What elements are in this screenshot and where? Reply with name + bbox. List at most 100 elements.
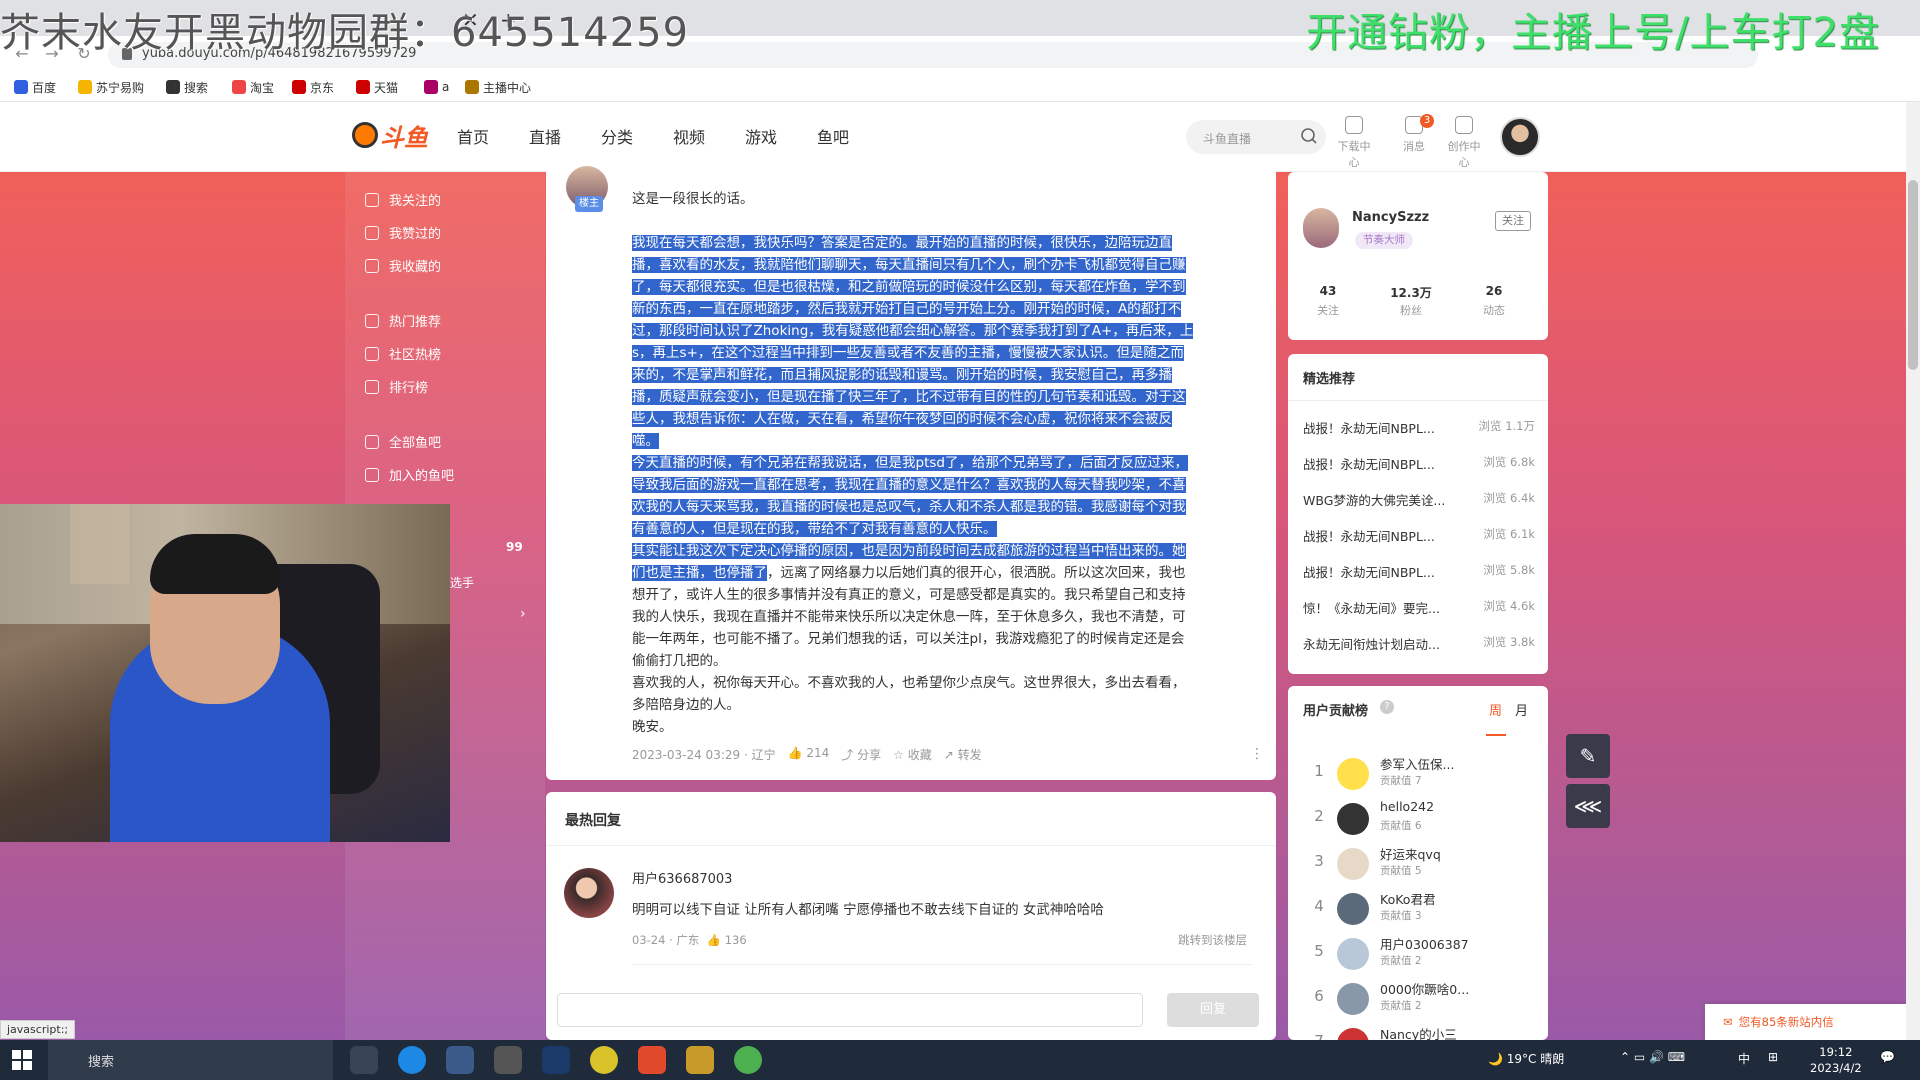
left-count-badge: 99 xyxy=(506,540,523,554)
more-icon[interactable]: ⋮ xyxy=(1250,746,1264,762)
rank-username[interactable]: KoKo君君 xyxy=(1380,889,1435,908)
windows-start-icon[interactable] xyxy=(12,1050,32,1070)
obs-icon[interactable] xyxy=(494,1046,522,1074)
left-menu-item-5[interactable]: 排行榜 xyxy=(365,377,428,396)
like-button[interactable]: 👍 214 xyxy=(788,746,830,763)
douyu-logo[interactable]: 斗鱼 xyxy=(352,118,430,152)
rank-avatar[interactable] xyxy=(1337,803,1369,835)
weather[interactable]: 🌙 19°C 晴朗 xyxy=(1488,1050,1564,1067)
rank-username[interactable]: 0000你蹶啥0... xyxy=(1380,979,1469,998)
tray-icons[interactable]: ⌃ ▭ 🔊 ⌨ xyxy=(1620,1050,1685,1064)
rank-avatar[interactable] xyxy=(1337,848,1369,880)
header-tool-0[interactable]: 下载中心 xyxy=(1334,116,1374,170)
help-icon[interactable]: ? xyxy=(1380,700,1394,714)
user-avatar[interactable] xyxy=(1500,117,1540,157)
left-menu-item-1[interactable]: 我赞过的 xyxy=(365,223,441,242)
stat-number[interactable]: 26 xyxy=(1464,284,1524,298)
stat-number[interactable]: 43 xyxy=(1298,284,1358,298)
nav-3[interactable]: 视频 xyxy=(673,124,705,148)
share-icon[interactable]: ⋘ xyxy=(1566,784,1610,828)
rank-username[interactable]: 用户03006387 xyxy=(1380,934,1469,953)
ime-indicator[interactable]: 中 xyxy=(1738,1050,1750,1067)
steam-icon[interactable] xyxy=(542,1046,570,1074)
tab-week[interactable]: 周 xyxy=(1489,700,1502,719)
recommend-item[interactable]: 战报！永劫无间NBPL... 浏览 6.8k xyxy=(1303,454,1535,473)
bookmark-0[interactable]: 百度 xyxy=(14,76,56,98)
search-icon[interactable] xyxy=(1300,127,1318,145)
nav-1[interactable]: 直播 xyxy=(529,124,561,148)
anchor-name[interactable]: NancySzzz xyxy=(1352,210,1429,225)
app-icon[interactable] xyxy=(590,1046,618,1074)
bookmark-1[interactable]: 苏宁易购 xyxy=(78,76,144,98)
recommend-item[interactable]: 战报！永劫无间NBPL... 浏览 5.8k xyxy=(1303,562,1535,581)
recommend-item[interactable]: 惊！《永劫无间》要完... 浏览 4.6k xyxy=(1303,598,1535,617)
post-time: 2023-03-24 03:29 · 辽宁 xyxy=(632,748,776,762)
left-menu-item-2[interactable]: 我收藏的 xyxy=(365,256,441,275)
nav-2[interactable]: 分类 xyxy=(601,124,633,148)
recommend-item[interactable]: 战报！永劫无间NBPL... 浏览 1.1万 xyxy=(1303,418,1535,437)
reply-button[interactable]: 回复 xyxy=(1167,993,1259,1027)
left-menu-item-7[interactable]: 加入的鱼吧 xyxy=(365,465,454,484)
ime-grid-icon[interactable]: ⊞ xyxy=(1768,1050,1778,1064)
anchor-avatar[interactable] xyxy=(1303,208,1339,248)
nav-0[interactable]: 首页 xyxy=(457,124,489,148)
left-menu-item-4[interactable]: 社区热榜 xyxy=(365,344,441,363)
task-view-icon[interactable] xyxy=(350,1046,378,1074)
app-icon[interactable] xyxy=(446,1046,474,1074)
clock[interactable]: 19:12 2023/4/2 xyxy=(1810,1044,1862,1076)
weather-text: 19°C 晴朗 xyxy=(1506,1052,1565,1066)
nav-4[interactable]: 游戏 xyxy=(745,124,777,148)
jump-to-floor-link[interactable]: 跳转到该楼层 xyxy=(1178,932,1247,948)
bookmark-6[interactable]: a xyxy=(424,76,449,98)
reply-meta: 03-24 · 广东 👍 136 xyxy=(632,933,747,947)
rank-username[interactable]: hello242 xyxy=(1380,799,1434,814)
search-placeholder: 斗鱼直播 xyxy=(1203,132,1252,146)
rank-avatar[interactable] xyxy=(1337,983,1369,1015)
header-tool-2[interactable]: 创作中心 xyxy=(1444,116,1484,170)
chevron-right-icon[interactable]: › xyxy=(520,606,526,622)
left-menu-item-6[interactable]: 全部鱼吧 xyxy=(365,432,441,451)
forward-button[interactable]: ↗ 转发 xyxy=(944,746,982,763)
edit-icon[interactable]: ✎ xyxy=(1566,734,1610,778)
post-line: 偷偷打几把的。 xyxy=(632,653,727,669)
notification-icon[interactable]: 💬 xyxy=(1880,1050,1895,1064)
bookmark-5[interactable]: 天猫 xyxy=(356,76,398,98)
chrome-icon[interactable] xyxy=(734,1046,762,1074)
clock-date: 2023/4/2 xyxy=(1810,1061,1862,1075)
rank-avatar[interactable] xyxy=(1337,758,1369,790)
stat-number[interactable]: 12.3万 xyxy=(1381,284,1441,301)
bookmark-4[interactable]: 京东 xyxy=(292,76,334,98)
bookmark-7[interactable]: 主播中心 xyxy=(465,76,531,98)
left-menu-item-0[interactable]: 我关注的 xyxy=(365,190,441,209)
bookmark-label: 天猫 xyxy=(374,80,399,95)
nav-5[interactable]: 鱼吧 xyxy=(817,124,849,148)
recommend-item[interactable]: 永劫无间衔烛计划启动... 浏览 3.8k xyxy=(1303,634,1535,653)
app-icon[interactable] xyxy=(638,1046,666,1074)
share-button[interactable]: ⤴ 分享 xyxy=(841,746,881,763)
follow-button[interactable]: 关注 xyxy=(1495,211,1531,231)
stream-overlay-left: 芥末水友开黑动物园群：645514259 xyxy=(0,10,690,56)
rank-avatar[interactable] xyxy=(1337,938,1369,970)
selected-text: 们也是主播，也停播了 xyxy=(632,565,767,581)
left-menu-item-3[interactable]: 热门推荐 xyxy=(365,311,441,330)
reply-avatar[interactable] xyxy=(564,868,614,918)
rank-avatar[interactable] xyxy=(1337,893,1369,925)
notice-banner[interactable]: ✉ 您有85条新站内信 xyxy=(1705,1004,1906,1040)
selected-text: 导致我后面的游戏一直都在思考，我现在直播的意义是什么？喜欢我的人每天替我吵架，不… xyxy=(632,477,1186,493)
bookmark-2[interactable]: 搜索 xyxy=(166,76,208,98)
edge-icon[interactable] xyxy=(398,1046,426,1074)
reply-input[interactable] xyxy=(557,993,1143,1027)
tab-month[interactable]: 月 xyxy=(1515,700,1528,719)
rank-username[interactable]: 好运来qvq xyxy=(1380,844,1441,863)
rank-username[interactable]: 参军入伍保... xyxy=(1380,754,1454,773)
recommend-item[interactable]: 战报！永劫无间NBPL... 浏览 6.1k xyxy=(1303,526,1535,545)
collect-button[interactable]: ☆ 收藏 xyxy=(893,746,932,763)
reply-username[interactable]: 用户636687003 xyxy=(632,868,732,887)
reply-like-count[interactable]: 136 xyxy=(725,933,747,947)
bookmark-3[interactable]: 淘宝 xyxy=(232,76,274,98)
taskbar-search[interactable]: 搜索 xyxy=(48,1040,333,1080)
recommend-item[interactable]: WBG梦游的大佛完美诠... 浏览 6.4k xyxy=(1303,490,1535,509)
app-icon[interactable] xyxy=(686,1046,714,1074)
scrollbar-thumb[interactable] xyxy=(1908,180,1918,370)
post-line: 想开了，或许人生的很多事情并没有真正的意义，可是感受都是真实的。我只希望自己和支… xyxy=(632,587,1186,603)
